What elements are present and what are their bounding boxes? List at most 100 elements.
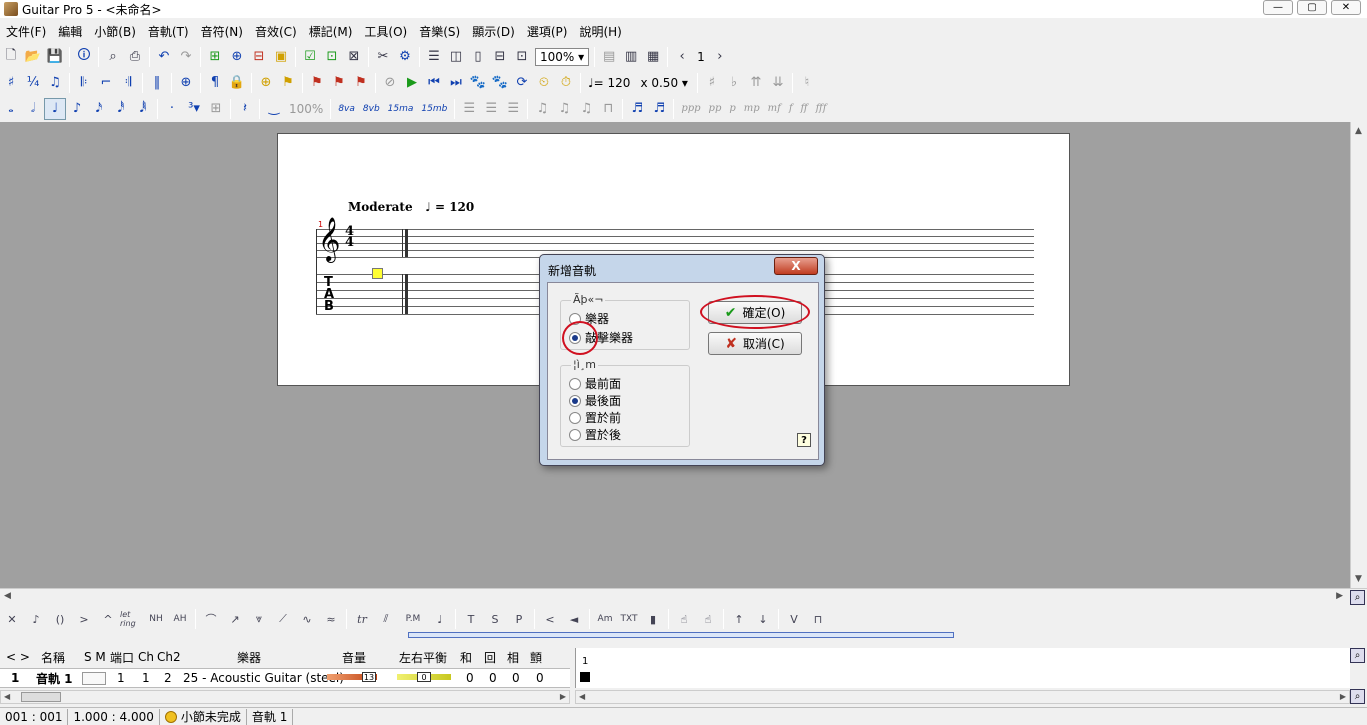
speed-select[interactable]: x 0.50 ▾ <box>636 74 691 92</box>
mix-table-icon[interactable]: ▮ <box>641 608 665 630</box>
track-instrument[interactable]: 25 - Acoustic Guitar (steel) <box>183 671 344 685</box>
octave-up-icon[interactable]: ⇈ <box>745 72 767 94</box>
chord-diagram-icon[interactable]: Am <box>593 608 617 630</box>
resize-bar-icon[interactable]: ⊠ <box>343 46 365 68</box>
volume-knob[interactable]: 13 <box>362 672 376 682</box>
tap-icon[interactable]: T <box>459 608 483 630</box>
maximize-button[interactable]: ▢ <box>1297 0 1327 15</box>
track-port[interactable]: 1 <box>117 671 125 685</box>
scroll-down-icon[interactable]: ▼ <box>1355 574 1362 584</box>
artificial-harmonic-icon[interactable]: AH <box>168 608 192 630</box>
clear-bar-icon[interactable]: ▣ <box>270 46 292 68</box>
beam-3-icon[interactable]: ☰ <box>502 98 524 120</box>
octave-8vb[interactable]: 8vb <box>359 104 384 114</box>
voice-auto-icon[interactable]: ♬ <box>626 98 648 120</box>
screen-view-icon[interactable]: ◫ <box>445 46 467 68</box>
scroll-right-icon[interactable]: ▶ <box>1340 692 1346 701</box>
accent-icon[interactable]: > <box>72 608 96 630</box>
track-row[interactable]: 1 音軌 1 1 1 2 25 - Acoustic Guitar (steel… <box>0 668 570 688</box>
horizontal-scrollbar[interactable]: ◀ ▶ ⌕ <box>0 588 1367 605</box>
scroll-right-icon[interactable]: ▶ <box>560 692 566 701</box>
track-nav-arrows[interactable]: < > <box>6 650 30 664</box>
dynamic-mp[interactable]: mp <box>740 103 764 114</box>
flag-last-icon[interactable]: ⚑ <box>350 72 372 94</box>
let-ring-icon[interactable]: let ring <box>120 608 144 630</box>
bend-icon[interactable]: ↗ <box>223 608 247 630</box>
left-hand-finger-icon[interactable]: ☝ <box>672 608 696 630</box>
fade-icon[interactable]: ◄ <box>562 608 586 630</box>
pitch-up-icon[interactable]: ♯ <box>701 72 723 94</box>
octave-15mb[interactable]: 15mb <box>417 104 451 114</box>
redo-icon[interactable]: ↷ <box>175 46 197 68</box>
pitch-down-icon[interactable]: ♭ <box>723 72 745 94</box>
scroll-left-icon[interactable]: ◀ <box>4 692 10 701</box>
chord-icon[interactable]: ⊞ <box>205 98 227 120</box>
cut-icon[interactable]: ✂ <box>372 46 394 68</box>
beam-1-icon[interactable]: ☰ <box>458 98 480 120</box>
sixtyfourth-note-icon[interactable]: 𝅘𝅥𝅱 <box>132 98 154 120</box>
track-measure-grid[interactable]: 1 <box>575 648 1350 688</box>
horizontal-view-icon[interactable]: ⊡ <box>511 46 533 68</box>
paragraph-icon[interactable]: ¶ <box>204 72 226 94</box>
voice-icon[interactable]: ♬ <box>648 98 670 120</box>
paw-icon[interactable]: 🐾 <box>467 72 489 94</box>
key-signature-icon[interactable]: ♯ <box>0 72 22 94</box>
scroll-up-icon[interactable]: ▲ <box>1355 126 1362 136</box>
track-channel[interactable]: 1 <box>142 671 150 685</box>
close-window-button[interactable]: ✕ <box>1331 0 1361 15</box>
enharmonic-icon[interactable]: ♮ <box>796 72 818 94</box>
tempo-display[interactable]: ♩= 120 <box>584 76 634 90</box>
zoom-magnifier-icon[interactable]: ⌕ <box>1350 590 1365 605</box>
direction-icon[interactable]: ⊕ <box>175 72 197 94</box>
menu-options[interactable]: 選項(P) <box>521 23 574 40</box>
dynamic-pp[interactable]: pp <box>705 103 726 114</box>
page-next-icon[interactable]: › <box>709 46 731 68</box>
slap-icon[interactable]: S <box>483 608 507 630</box>
edit-cursor[interactable] <box>372 268 383 279</box>
radio-position-last[interactable]: 最後面 <box>569 392 621 409</box>
skip-end-icon[interactable]: ⏭ <box>445 72 467 94</box>
track-zoom-magnifier-icon[interactable]: ⌕ <box>1350 648 1365 663</box>
rest-icon[interactable]: 𝄽 <box>234 98 256 120</box>
scroll-right-icon[interactable]: ▶ <box>1336 591 1343 601</box>
menu-file[interactable]: 文件(F) <box>0 23 52 40</box>
dynamic-p[interactable]: p <box>725 103 739 114</box>
right-hand-finger-icon[interactable]: ☝ <box>696 608 720 630</box>
palm-mute-icon[interactable]: P.M <box>398 608 428 630</box>
beam-2-icon[interactable]: ☰ <box>480 98 502 120</box>
octave-8va[interactable]: 8va <box>334 104 359 114</box>
radio-position-first[interactable]: 最前面 <box>569 375 621 392</box>
vertical-view-icon[interactable]: ⊟ <box>489 46 511 68</box>
track-channel2[interactable]: 2 <box>164 671 172 685</box>
whole-note-icon[interactable]: 𝅝 <box>0 98 22 120</box>
scroll-left-icon[interactable]: ◀ <box>4 591 11 601</box>
menu-tools[interactable]: 工具(O) <box>358 23 413 40</box>
insert-bar-icon[interactable]: ⊞ <box>204 46 226 68</box>
eighth-note-icon[interactable]: ♪ <box>66 98 88 120</box>
flag-red-icon[interactable]: ⚑ <box>306 72 328 94</box>
scroll-left-icon[interactable]: ◀ <box>579 692 585 701</box>
quarter-note-icon[interactable]: ♩ <box>44 97 66 120</box>
double-bar-icon[interactable]: ‖ <box>146 72 168 94</box>
page-view-icon[interactable]: ☰ <box>423 46 445 68</box>
solo-mute-toggle[interactable] <box>82 672 106 685</box>
print-preview-icon[interactable]: ⌕ <box>102 46 124 68</box>
track-name[interactable]: 音軌 1 <box>36 670 73 687</box>
stem-auto-icon[interactable]: ♫ <box>531 98 553 120</box>
track-tremolo[interactable]: 0 <box>536 671 544 685</box>
splitter-handle[interactable] <box>408 632 954 638</box>
stem-down-icon[interactable]: ♫ <box>575 98 597 120</box>
save-icon[interactable]: 💾 <box>44 46 66 68</box>
wide-vibrato-icon[interactable]: ≈ <box>319 608 343 630</box>
zoom-select[interactable]: 100% ▾ <box>535 47 590 66</box>
dynamic-ppp[interactable]: ppp <box>677 103 704 114</box>
undo-icon[interactable]: ↶ <box>153 46 175 68</box>
track-phaser[interactable]: 0 <box>512 671 520 685</box>
stem-up-icon[interactable]: ♫ <box>553 98 575 120</box>
fretboard-icon[interactable]: ▥ <box>620 46 642 68</box>
thirtysecond-note-icon[interactable]: 𝅘𝅥𝅰 <box>110 98 132 120</box>
menu-view[interactable]: 顯示(D) <box>466 23 521 40</box>
cancel-button[interactable]: ✘ 取消(C) <box>708 332 802 355</box>
arrange-bar-icon[interactable]: ⊡ <box>321 46 343 68</box>
lock-icon[interactable]: 🔒 <box>226 72 248 94</box>
